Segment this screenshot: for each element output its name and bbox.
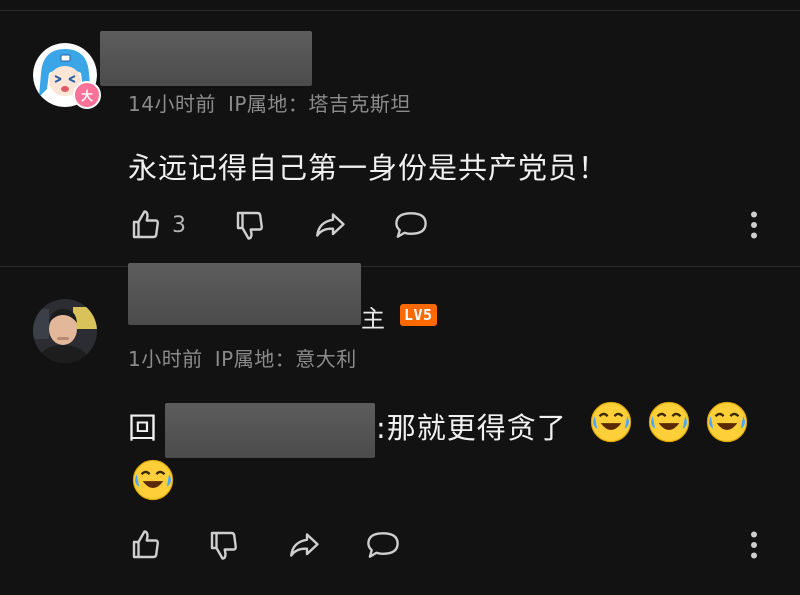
level-badge: LV5 bbox=[400, 304, 437, 326]
comment-item: 主 LV5 1小时前 IP属地：意大利 回 :那就更得贪了 bbox=[0, 263, 800, 595]
more-vertical-icon bbox=[751, 531, 757, 559]
reply-target-redacted bbox=[165, 403, 375, 458]
laughing-crying-emoji bbox=[706, 401, 748, 443]
ip-location: IP属地：意大利 bbox=[214, 347, 357, 371]
comment-list: 大 14小时前 IP属地：塔吉克斯坦 永远记得自己第一身份是共产党员！ 3 主 … bbox=[0, 0, 800, 595]
dislike-button[interactable] bbox=[206, 525, 242, 565]
reply-body: :那就更得贪了 bbox=[376, 411, 567, 445]
laughing-crying-emoji bbox=[132, 459, 174, 501]
comment-item: 大 14小时前 IP属地：塔吉克斯坦 永远记得自己第一身份是共产党员！ 3 bbox=[0, 0, 800, 266]
comment-meta: 1小时前 IP属地：意大利 bbox=[128, 343, 369, 372]
share-button[interactable] bbox=[286, 525, 322, 565]
thumb-down-icon bbox=[236, 211, 263, 240]
comment-bubble-icon bbox=[395, 212, 427, 238]
emoji-row bbox=[588, 399, 758, 447]
thumb-down-icon bbox=[210, 531, 237, 560]
vip-badge: 大 bbox=[73, 81, 101, 109]
comment-content: 永远记得自己第一身份是共产党员！ bbox=[128, 151, 609, 185]
share-icon bbox=[290, 533, 319, 557]
reply-button[interactable] bbox=[392, 205, 430, 245]
comment-time: 1小时前 bbox=[128, 347, 203, 371]
reply-prefix: 回 bbox=[128, 411, 159, 445]
share-icon bbox=[316, 213, 345, 237]
ip-location: IP属地：塔吉克斯坦 bbox=[227, 92, 411, 116]
reply-text: :那就更得贪了 bbox=[376, 405, 567, 447]
dislike-button[interactable] bbox=[232, 205, 268, 245]
username-suffix: 主 bbox=[361, 305, 385, 333]
username-redacted bbox=[128, 263, 361, 325]
username-redacted bbox=[100, 31, 312, 86]
comment-content: 回 bbox=[128, 405, 158, 447]
man-photo-avatar-icon bbox=[33, 299, 97, 363]
thumb-up-icon bbox=[132, 530, 159, 559]
more-options-button[interactable] bbox=[742, 525, 766, 565]
like-button[interactable]: 3 bbox=[128, 205, 186, 245]
laughing-crying-emoji bbox=[590, 401, 632, 443]
laughing-crying-emoji bbox=[648, 401, 690, 443]
comment-time: 14小时前 bbox=[128, 92, 216, 116]
more-vertical-icon bbox=[751, 211, 757, 239]
user-avatar[interactable]: 大 bbox=[33, 43, 101, 109]
reply-button[interactable] bbox=[364, 525, 402, 565]
comment-actions bbox=[128, 525, 778, 565]
like-button[interactable] bbox=[128, 525, 164, 565]
comment-meta: 14小时前 IP属地：塔吉克斯坦 bbox=[128, 88, 423, 117]
thumb-up-icon bbox=[132, 210, 159, 239]
more-options-button[interactable] bbox=[742, 205, 766, 245]
comment-actions: 3 bbox=[128, 205, 778, 245]
share-button[interactable] bbox=[312, 205, 348, 245]
like-count: 3 bbox=[172, 212, 186, 238]
user-avatar[interactable] bbox=[33, 299, 97, 363]
comment-bubble-icon bbox=[367, 532, 399, 558]
